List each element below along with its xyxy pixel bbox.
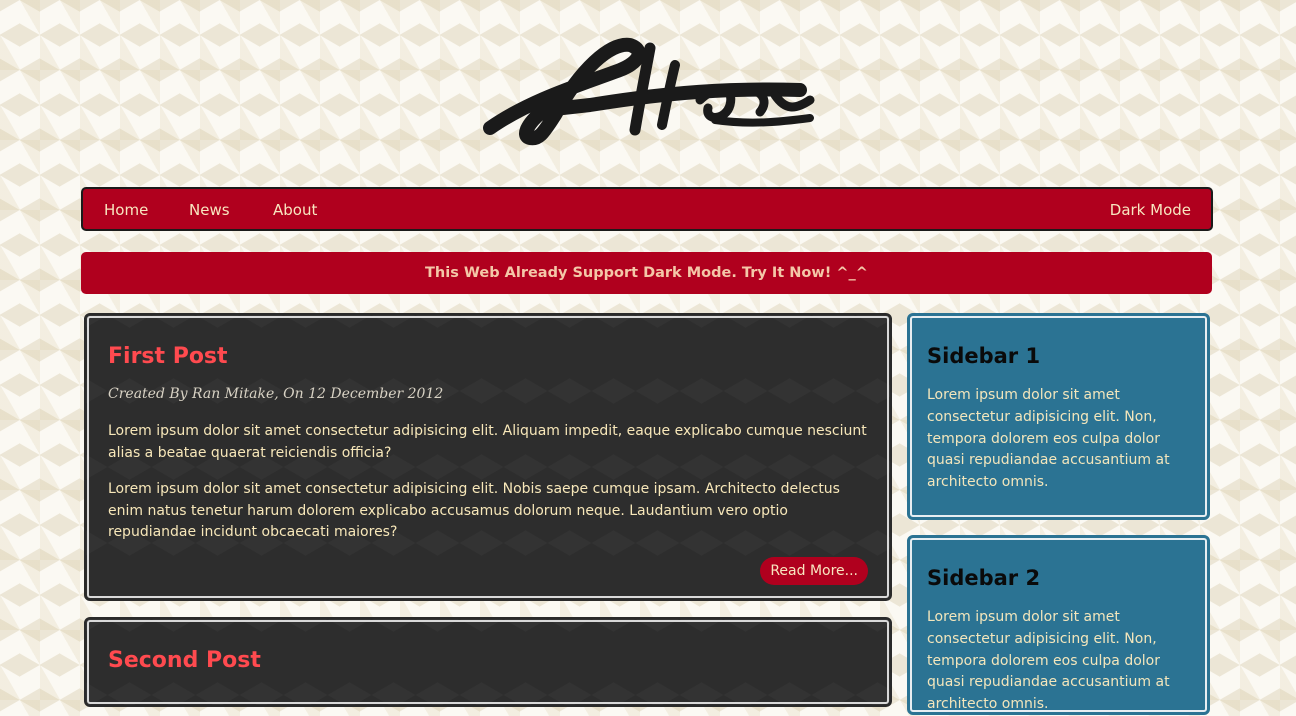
sidebar-text: Lorem ipsum dolor sit amet consectetur a…: [927, 609, 1170, 713]
site-logo[interactable]: [470, 30, 826, 155]
main-navbar: Home News About Dark Mode: [81, 187, 1213, 231]
read-more-button[interactable]: Read More...: [760, 557, 868, 585]
sidebar-title: Sidebar 1: [927, 344, 1041, 368]
nav-item-home[interactable]: Home: [104, 201, 148, 219]
post-title[interactable]: First Post: [108, 344, 228, 369]
sidebar-text: Lorem ipsum dolor sit amet consectetur a…: [927, 387, 1170, 491]
banner-text: This Web Already Support Dark Mode. Try …: [425, 265, 868, 281]
post-meta: Created By Ran Mitake, On 12 December 20…: [108, 386, 444, 402]
post-paragraph: Lorem ipsum dolor sit amet consectetur a…: [108, 423, 867, 461]
sidebar-widget: Sidebar 1 Lorem ipsum dolor sit amet con…: [907, 313, 1210, 520]
dark-mode-toggle[interactable]: Dark Mode: [1110, 201, 1191, 219]
post-title[interactable]: Second Post: [108, 648, 261, 673]
dark-mode-banner: This Web Already Support Dark Mode. Try …: [81, 252, 1212, 294]
sidebar-title: Sidebar 2: [927, 566, 1041, 590]
post-paragraph: Lorem ipsum dolor sit amet consectetur a…: [108, 481, 840, 540]
post-card: Second Post: [84, 617, 892, 707]
post-card: First Post Created By Ran Mitake, On 12 …: [84, 313, 892, 601]
nav-item-news[interactable]: News: [189, 201, 230, 219]
nav-item-about[interactable]: About: [273, 201, 317, 219]
sidebar-widget: Sidebar 2 Lorem ipsum dolor sit amet con…: [907, 535, 1210, 715]
